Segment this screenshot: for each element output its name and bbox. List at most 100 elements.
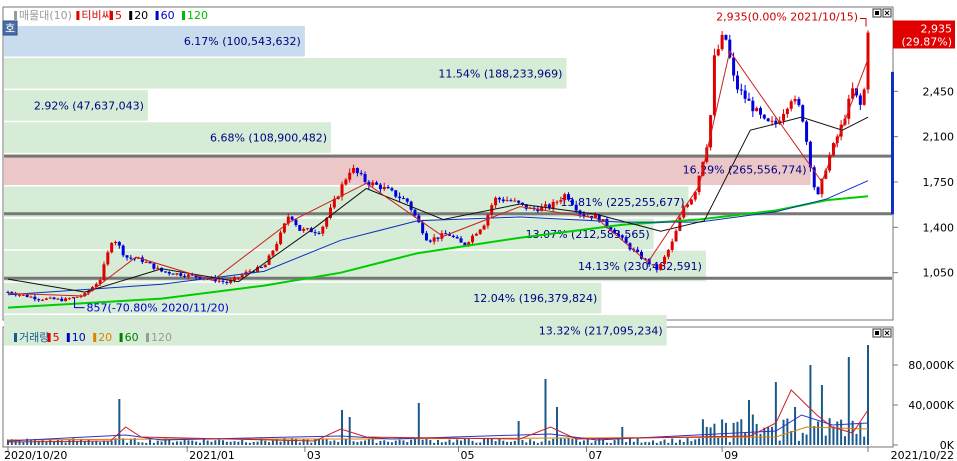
candle-body	[183, 275, 187, 277]
volume-legend-item: 5	[53, 331, 60, 344]
volume-profile-label: 6.17% (100,543,632)	[184, 35, 301, 48]
volume-bar	[751, 414, 754, 445]
candle-body	[509, 200, 513, 202]
candle-body	[663, 256, 667, 264]
candle-body	[474, 233, 478, 236]
current-price-value: 2,935	[921, 22, 953, 35]
candle-body	[386, 186, 390, 189]
volume-bar	[206, 440, 209, 445]
candle-body	[163, 271, 167, 273]
volume-bar	[22, 442, 25, 445]
volume-bar	[605, 442, 608, 445]
volume-bar	[790, 431, 793, 445]
volume-tick-label: 40,000K	[908, 399, 954, 412]
volume-bar	[767, 426, 770, 445]
candle-body	[355, 168, 359, 174]
volume-profile-label: 2.92% (47,637,043)	[34, 99, 144, 112]
candle-body	[444, 233, 448, 235]
candle-body	[659, 263, 663, 270]
volume-profile-label: 13.81% (225,255,677)	[561, 196, 685, 209]
candle-body	[382, 186, 386, 190]
volume-profile-label: 13.32% (217,095,234)	[539, 324, 663, 337]
volume-bar	[433, 442, 436, 445]
candle-body	[121, 245, 125, 256]
x-tick-label: 03	[307, 449, 321, 461]
candle-body	[275, 243, 279, 251]
volume-bar	[356, 442, 359, 445]
volume-bar	[867, 345, 869, 445]
candle-body	[678, 217, 682, 231]
volume-bar	[394, 440, 397, 445]
candle-body	[290, 216, 294, 220]
candle-body	[363, 174, 367, 182]
candle-body	[620, 235, 624, 238]
candle-body	[689, 199, 693, 205]
volume-bar	[53, 441, 56, 445]
candle-body	[555, 201, 559, 203]
volume-bar	[175, 441, 178, 445]
volume-bar	[832, 426, 835, 445]
price-legend-swatch	[129, 11, 133, 20]
candle-body	[359, 173, 363, 175]
volume-bar	[529, 439, 532, 445]
volume-bar	[264, 440, 267, 445]
candle-body	[808, 141, 812, 168]
high-annotation: 2,935(0.00% 2021/10/15)	[716, 10, 858, 23]
volume-bar	[333, 440, 336, 445]
volume-bar	[613, 440, 616, 445]
volume-bar	[701, 419, 704, 445]
stock-chart-canvas[interactable]: 6.17% (100,543,632) 11.54% (188,233,969) 2…	[0, 0, 957, 461]
candle-body	[29, 296, 33, 298]
volume-bar	[652, 440, 654, 445]
volume-bar	[644, 441, 647, 445]
candle-body	[432, 237, 436, 242]
volume-bar	[648, 442, 651, 445]
volume-bar	[456, 439, 459, 445]
volume-bar	[179, 441, 182, 445]
volume-bar	[532, 441, 535, 445]
volume-bar	[621, 427, 624, 445]
volume-bar	[556, 407, 559, 445]
price-tick-label: 1,050	[923, 267, 955, 280]
volume-bar	[705, 426, 708, 445]
candle-body	[563, 194, 567, 201]
volume-bar	[698, 438, 701, 445]
candle-body	[816, 187, 820, 195]
last-volume-marker	[891, 71, 894, 215]
volume-bar	[686, 438, 689, 445]
volume-bar	[279, 441, 282, 445]
volume-bar	[149, 439, 152, 445]
volume-bar	[755, 423, 758, 445]
volume-bar	[344, 438, 347, 445]
volume-bar	[640, 442, 643, 445]
volume-legend-swatch	[66, 333, 70, 342]
volume-bar	[747, 400, 750, 445]
volume-bar	[513, 440, 516, 445]
volume-bar	[187, 440, 190, 445]
candle-body	[236, 277, 240, 279]
price-tick-label: 1,400	[923, 221, 955, 234]
volume-bar	[425, 438, 428, 445]
volume-bar	[110, 440, 113, 445]
candle-body	[766, 118, 770, 122]
mode-button-label[interactable]: 호	[5, 22, 15, 35]
volume-bar	[218, 439, 221, 445]
candle-body	[271, 250, 275, 256]
volume-bar	[820, 385, 823, 445]
volume-bar	[475, 442, 478, 445]
volume-bar	[859, 422, 862, 445]
candle-body	[762, 114, 766, 119]
volume-legend-item: 60	[125, 331, 139, 344]
volume-bar	[271, 440, 274, 445]
candle-body	[655, 264, 659, 270]
volume-bar	[671, 438, 674, 445]
candle-body	[52, 297, 56, 300]
candle-body	[747, 98, 751, 101]
volume-bar	[552, 438, 555, 445]
candle-body	[302, 228, 306, 231]
candle-body	[759, 108, 762, 115]
candle-body	[574, 204, 578, 211]
volume-bar	[782, 419, 785, 445]
candle-body	[755, 108, 759, 112]
price-legend-swatch	[76, 11, 80, 20]
